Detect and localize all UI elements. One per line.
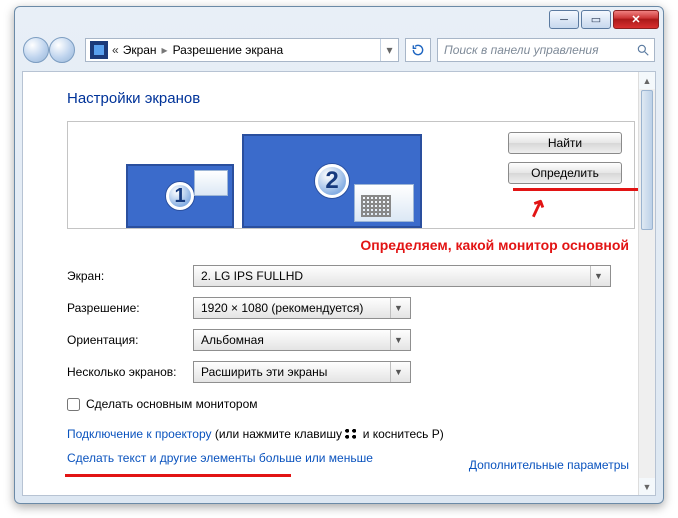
projector-link[interactable]: Подключение к проектору xyxy=(67,427,212,441)
orientation-value: Альбомная xyxy=(201,333,264,347)
nav-forward-icon xyxy=(49,37,75,63)
annotation-underline-2 xyxy=(65,474,291,477)
windows-key-icon xyxy=(345,429,359,441)
refresh-icon xyxy=(411,43,425,57)
monitor-preview-panel: 1 2 Найти Определить xyxy=(67,121,635,229)
multiple-displays-dropdown[interactable]: Расширить эти экраны ▼ xyxy=(193,361,411,383)
breadcrumb-level1[interactable]: Экран xyxy=(123,43,157,57)
close-button[interactable]: ✕ xyxy=(613,10,659,29)
orientation-label: Ориентация: xyxy=(67,333,193,347)
monitor-1-taskbar-icon xyxy=(194,170,228,196)
nav-back-forward[interactable] xyxy=(23,36,79,64)
vertical-scrollbar[interactable]: ▲ ▼ xyxy=(638,72,655,495)
screen-value: 2. LG IPS FULLHD xyxy=(201,269,303,283)
breadcrumb[interactable]: « Экран ▸ Разрешение экрана ▾ xyxy=(85,38,399,62)
scroll-down-icon[interactable]: ▼ xyxy=(639,478,655,495)
multiple-displays-value: Расширить эти экраны xyxy=(201,365,327,379)
title-bar: ─ ▭ ✕ xyxy=(15,7,663,33)
chevron-down-icon: ▼ xyxy=(390,330,406,350)
client-area: Настройки экранов 1 2 Найти xyxy=(22,71,656,496)
refresh-button[interactable] xyxy=(405,38,431,62)
screen-label: Экран: xyxy=(67,269,193,283)
resolution-label: Разрешение: xyxy=(67,301,193,315)
search-placeholder: Поиск в панели управления xyxy=(444,43,599,57)
projector-suffix1: (или нажмите клавишу xyxy=(215,427,346,441)
advanced-settings-link[interactable]: Дополнительные параметры xyxy=(469,458,629,472)
breadcrumb-level2[interactable]: Разрешение экрана xyxy=(173,43,284,57)
minimize-button[interactable]: ─ xyxy=(549,10,579,29)
annotation-text: Определяем, какой монитор основной xyxy=(67,237,635,253)
chevron-down-icon: ▼ xyxy=(390,362,406,382)
maximize-button[interactable]: ▭ xyxy=(581,10,611,29)
search-icon xyxy=(636,43,650,57)
display-icon xyxy=(90,41,108,59)
search-input[interactable]: Поиск в панели управления xyxy=(437,38,655,62)
monitor-2-window-icon xyxy=(354,184,414,222)
page-title: Настройки экранов xyxy=(67,90,635,107)
multiple-displays-label: Несколько экранов: xyxy=(67,365,193,379)
scrollbar-thumb[interactable] xyxy=(641,90,653,230)
make-primary-checkbox[interactable] xyxy=(67,398,80,411)
text-size-link[interactable]: Сделать текст и другие элементы больше и… xyxy=(67,451,373,465)
make-primary-label: Сделать основным монитором xyxy=(86,397,258,411)
window-frame: ─ ▭ ✕ « Экран ▸ Разрешение экрана ▾ Поис… xyxy=(14,6,664,504)
breadcrumb-dropdown[interactable]: ▾ xyxy=(380,39,398,61)
scroll-up-icon[interactable]: ▲ xyxy=(639,72,655,89)
identify-button[interactable]: Определить xyxy=(508,162,622,184)
chevron-right-icon: ▸ xyxy=(162,43,168,57)
chevron-down-icon: ▼ xyxy=(390,298,406,318)
address-row: « Экран ▸ Разрешение экрана ▾ Поиск в па… xyxy=(15,33,663,67)
monitor-2[interactable]: 2 xyxy=(242,134,422,228)
nav-back-icon xyxy=(23,37,49,63)
resolution-dropdown[interactable]: 1920 × 1080 (рекомендуется) ▼ xyxy=(193,297,411,319)
monitor-1-number: 1 xyxy=(166,182,194,210)
monitor-1[interactable]: 1 xyxy=(126,164,234,228)
chevron-left-icon: « xyxy=(112,43,119,57)
annotation-underline xyxy=(513,188,653,191)
resolution-value: 1920 × 1080 (рекомендуется) xyxy=(201,301,363,315)
monitor-2-number: 2 xyxy=(315,164,349,198)
chevron-down-icon: ▼ xyxy=(590,266,606,286)
screen-dropdown[interactable]: 2. LG IPS FULLHD ▼ xyxy=(193,265,611,287)
find-button[interactable]: Найти xyxy=(508,132,622,154)
projector-suffix2: и коснитесь P) xyxy=(363,427,444,441)
orientation-dropdown[interactable]: Альбомная ▼ xyxy=(193,329,411,351)
